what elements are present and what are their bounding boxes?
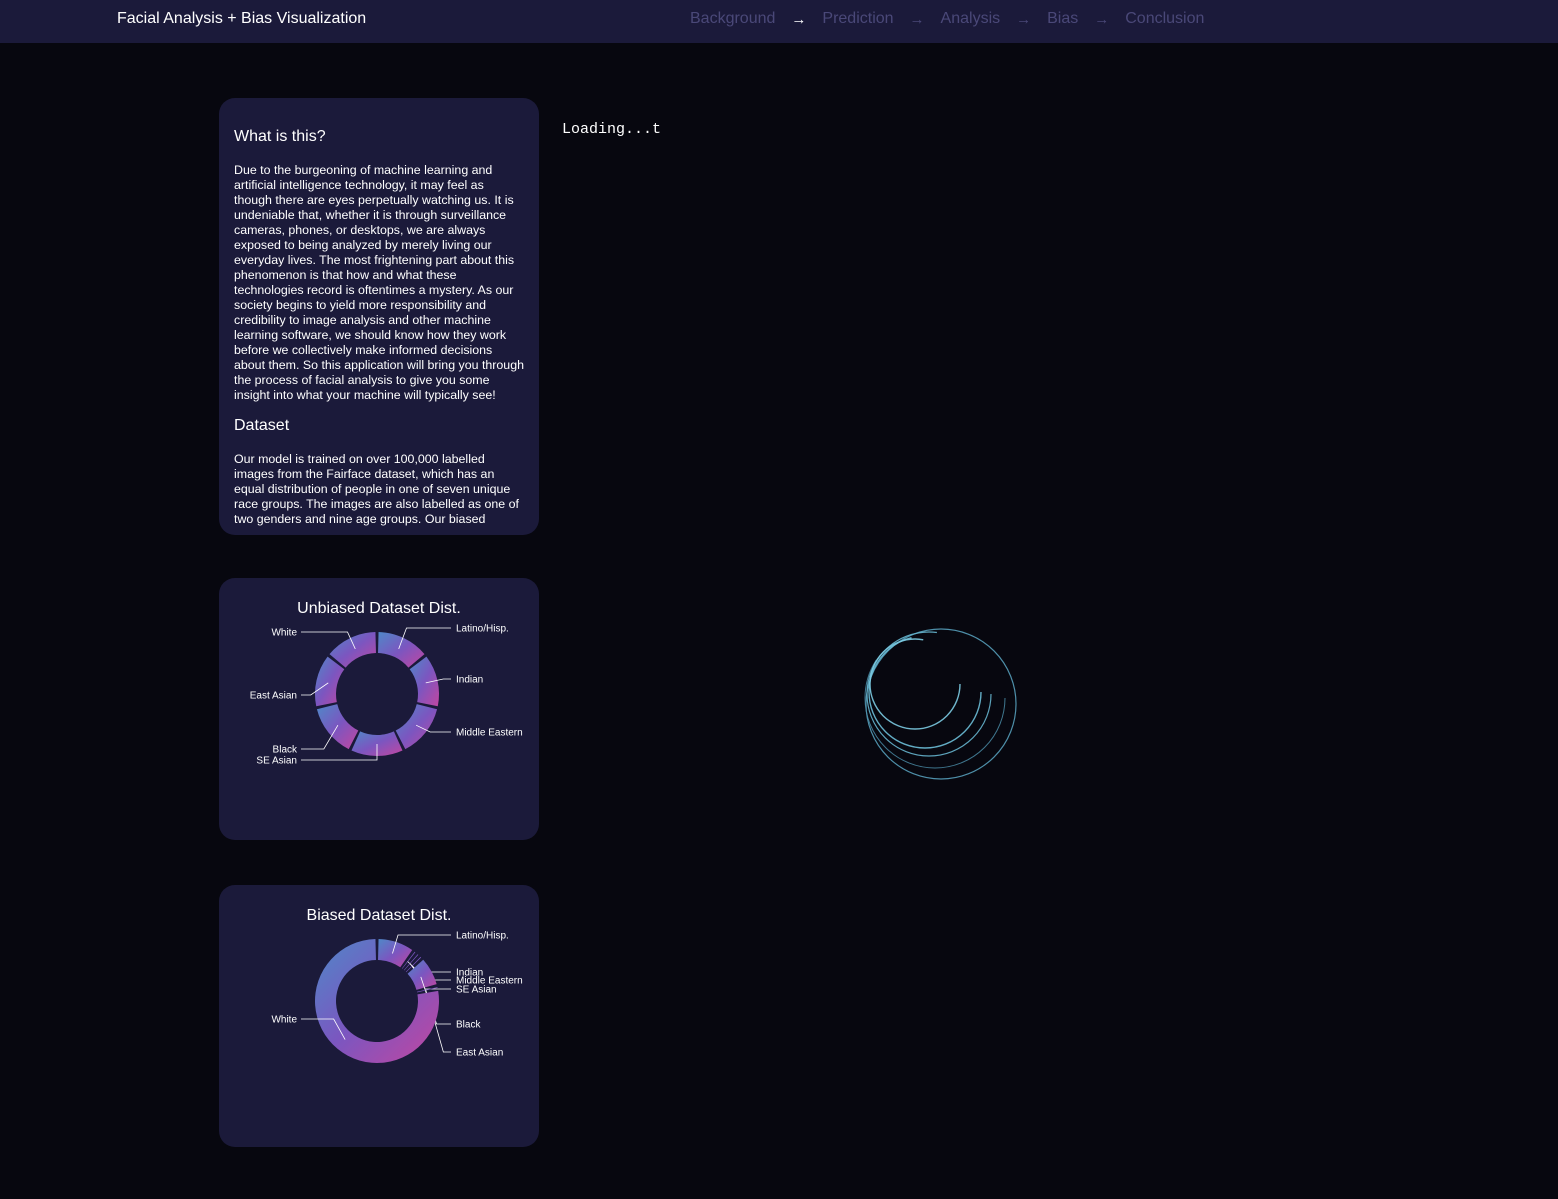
what-heading: What is this?: [234, 128, 326, 145]
slice-label-white: White: [271, 1015, 297, 1026]
unbiased-chart-card: Unbiased Dataset Dist. Latino/Hisp. India…: [219, 578, 539, 840]
slice-label-se-asian: SE Asian: [456, 985, 497, 996]
top-navbar: Facial Analysis + Bias Visualization Bac…: [0, 0, 1558, 43]
slice-label-east-asian: East Asian: [456, 1048, 503, 1059]
arrow-right-icon: →: [1094, 10, 1110, 28]
info-card[interactable]: What is this? Due to the burgeoning of m…: [219, 98, 539, 535]
slice-label-black: Black: [456, 1020, 481, 1031]
slice-label-indian: Indian: [456, 675, 483, 686]
dataset-body: Our model is trained on over 100,000 lab…: [234, 452, 519, 526]
arrow-right-icon: →: [791, 10, 807, 28]
chart-title: Biased Dataset Dist.: [306, 907, 452, 924]
donut-slice-middle-eastern[interactable]: [395, 704, 438, 750]
what-body: Due to the burgeoning of machine learnin…: [234, 163, 524, 402]
nav-prediction[interactable]: Prediction: [822, 10, 893, 28]
slice-label-middle-eastern: Middle Eastern: [456, 728, 523, 739]
donut-slice-latino-hisp[interactable]: [378, 632, 425, 668]
nav-conclusion[interactable]: Conclusion: [1125, 10, 1204, 28]
slice-label-latino-hisp: Latino/Hisp.: [456, 624, 509, 635]
loading-spinner-icon: [864, 627, 1017, 780]
slice-label-white: White: [271, 628, 297, 639]
donut-slice-east-asian[interactable]: [315, 656, 345, 707]
chart-title: Unbiased Dataset Dist.: [297, 600, 461, 617]
slice-label-east-asian: East Asian: [250, 691, 297, 702]
nav-analysis[interactable]: Analysis: [941, 10, 1001, 28]
nav-background[interactable]: Background: [690, 10, 775, 28]
donut-slice-indian[interactable]: [409, 656, 439, 707]
donut-slice-latino-hisp[interactable]: [378, 939, 413, 968]
app-title[interactable]: Facial Analysis + Bias Visualization: [117, 10, 366, 28]
slice-label-se-asian: SE Asian: [256, 756, 297, 767]
donut-slice-black[interactable]: [407, 959, 437, 990]
arrow-right-icon: →: [1016, 10, 1032, 28]
arrow-right-icon: →: [909, 10, 925, 28]
slice-label-latino-hisp: Latino/Hisp.: [456, 931, 509, 942]
donut-slice-black[interactable]: [316, 704, 359, 750]
nav-bias[interactable]: Bias: [1047, 10, 1078, 28]
donut-slice-white[interactable]: [329, 632, 376, 668]
loading-text: Loading...t: [562, 121, 662, 138]
step-nav: Background → Prediction → Analysis → Bia…: [690, 10, 1204, 28]
slice-label-black: Black: [273, 745, 298, 756]
dataset-heading: Dataset: [234, 417, 290, 434]
biased-chart-card: Biased Dataset Dist. Latino/Hisp. Indian M…: [219, 885, 539, 1147]
